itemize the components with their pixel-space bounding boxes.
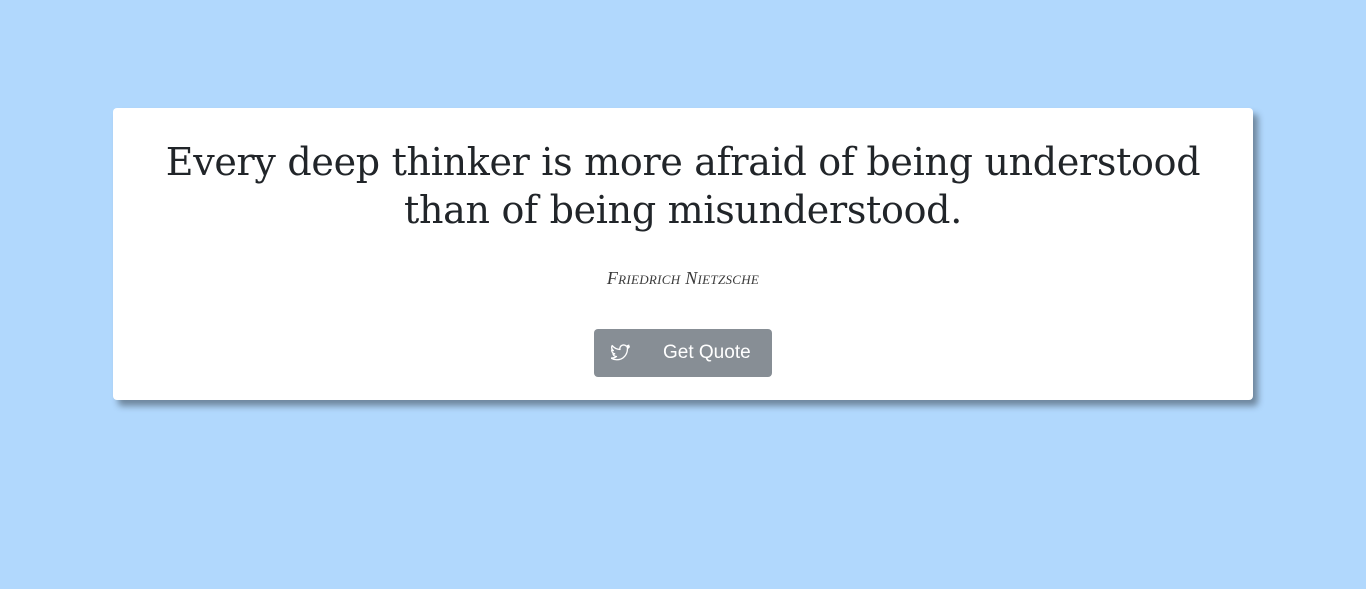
twitter-icon[interactable] (610, 344, 631, 362)
quote-author: Friedrich Nietzsche (606, 268, 760, 288)
get-quote-label: Get Quote (663, 342, 751, 363)
quote-card: Every deep thinker is more afraid of bei… (113, 108, 1253, 400)
quote-text: Every deep thinker is more afraid of bei… (165, 140, 1201, 232)
get-quote-button[interactable]: Get Quote (594, 329, 772, 377)
